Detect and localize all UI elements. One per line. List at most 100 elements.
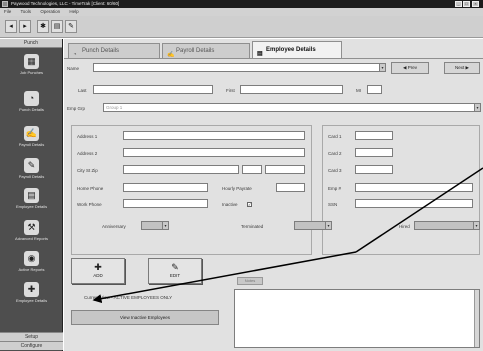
sidebar-item-advanced-reports[interactable]: ⚒ Advanced Reports: [0, 220, 63, 248]
badge-icon: ◉: [24, 251, 39, 266]
menu-file[interactable]: File: [4, 9, 11, 14]
anniversary-date[interactable]: ▾: [141, 221, 169, 230]
state-input[interactable]: [242, 165, 262, 174]
name-label: Name: [67, 66, 80, 71]
notes-scrollbar[interactable]: [474, 290, 479, 347]
notes-textarea[interactable]: [234, 289, 480, 348]
tab-employee-details[interactable]: ▤ Employee Details: [252, 41, 342, 59]
add-button-label: ADD: [93, 273, 103, 278]
toolbar-edit-button[interactable]: ✎: [65, 20, 77, 33]
toolbar-forward-button[interactable]: ▸: [19, 20, 31, 33]
card1-input[interactable]: [355, 131, 393, 140]
emp-num-input[interactable]: [355, 183, 473, 192]
work-phone-input[interactable]: [123, 199, 208, 208]
chevron-down-icon: ▾: [474, 104, 480, 111]
menu-bar: File Tools Operation Help: [0, 8, 483, 16]
signature-icon: ✍: [167, 52, 175, 58]
terminated-date[interactable]: ▾: [294, 221, 332, 230]
sidebar-header: Punch: [0, 39, 62, 48]
sidebar-item-payroll-details-2[interactable]: ✎ Payroll Details: [0, 158, 63, 186]
tab-label: Payroll Details: [176, 48, 215, 54]
sidebar: Punch ▦ Job Punches ◔ Punch Details ✍ Pa…: [0, 39, 63, 351]
inactive-label: Inactive: [222, 202, 238, 207]
name-select[interactable]: ▾: [93, 63, 386, 72]
prev-button[interactable]: ◀ Prev: [391, 62, 429, 74]
next-button[interactable]: Next ▶: [444, 62, 480, 74]
add-button[interactable]: ✚ ADD: [71, 258, 125, 284]
terminated-label: Terminated: [241, 224, 264, 229]
tab-label: Punch Details: [82, 48, 120, 54]
title-bar: Paywood Technologies, LLC - TimeTrak [Cl…: [0, 0, 483, 8]
job-punches-icon: ▦: [24, 54, 39, 69]
tab-punch-details[interactable]: ◔ Punch Details: [68, 43, 160, 58]
toolbar: ◂ ▸ ✱ ▤ ✎: [0, 16, 483, 38]
document-icon: ▤: [257, 51, 263, 57]
toolbar-tools-button[interactable]: ✱: [37, 20, 49, 33]
sidebar-item-label: Advanced Reports: [15, 236, 48, 241]
minimize-button[interactable]: _: [455, 1, 462, 7]
view-inactive-employees-button[interactable]: View Inactive Employees: [71, 310, 219, 325]
window-title: Paywood Technologies, LLC - TimeTrak [Cl…: [11, 1, 120, 6]
card3-label: Card 3: [328, 168, 342, 173]
chevron-down-icon: ▾: [473, 222, 479, 229]
menu-help[interactable]: Help: [69, 9, 78, 14]
sidebar-item-job-punches[interactable]: ▦ Job Punches: [0, 54, 63, 82]
main-panel: ◔ Punch Details ✍ Payroll Details ▤ Empl…: [64, 39, 483, 351]
address2-input[interactable]: [123, 148, 305, 157]
home-phone-label: Home Phone: [77, 186, 104, 191]
address2-label: Address 2: [77, 151, 98, 156]
close-button[interactable]: ×: [472, 1, 479, 7]
last-label: Last: [78, 88, 87, 93]
emp-grp-value: Group 1: [106, 105, 123, 110]
hired-label: Hired: [399, 224, 410, 229]
sidebar-item-label: Employee Details: [15, 204, 48, 209]
inactive-checkbox[interactable]: ✓: [247, 202, 252, 207]
toolbar-back-button[interactable]: ◂: [5, 20, 17, 33]
sidebar-item-active-reports[interactable]: ◉ Active Reports: [0, 251, 63, 279]
sidebar-item-employee-details[interactable]: ▤ Employee Details: [0, 188, 63, 216]
last-name-input[interactable]: [93, 85, 213, 94]
clock-icon: ◔: [73, 52, 77, 58]
sidebar-item-label: Punch Details: [19, 107, 44, 112]
middle-initial-input[interactable]: [367, 85, 382, 94]
zip-input[interactable]: [265, 165, 305, 174]
sidebar-item-label: Payroll Details: [18, 174, 45, 179]
maximize-button[interactable]: □: [463, 1, 470, 7]
address1-label: Address 1: [77, 134, 98, 139]
hired-date[interactable]: ▾: [414, 221, 480, 230]
chevron-down-icon: ▾: [379, 64, 385, 71]
clock-icon: ◔: [24, 91, 39, 106]
card2-input[interactable]: [355, 148, 393, 157]
sidebar-item-label: Job Punches: [19, 70, 44, 75]
first-name-input[interactable]: [240, 85, 343, 94]
ssn-label: SSN: [328, 202, 338, 207]
mi-label: MI: [356, 88, 361, 93]
menu-operation[interactable]: Operation: [40, 9, 60, 14]
sidebar-item-payroll-details[interactable]: ✍ Payroll Details: [0, 126, 63, 154]
card1-label: Card 1: [328, 134, 342, 139]
tools-icon: ⚒: [24, 220, 39, 235]
edit-button-label: EDIT: [169, 273, 181, 278]
ssn-input[interactable]: [355, 199, 473, 208]
emp-grp-select[interactable]: Group 1 ▾: [103, 103, 481, 112]
tab-payroll-details[interactable]: ✍ Payroll Details: [162, 43, 250, 58]
signature-icon: ✍: [24, 126, 39, 141]
notes-button[interactable]: Notes: [237, 277, 263, 285]
edit-button[interactable]: ✎ EDIT: [148, 258, 202, 284]
hourly-payrate-input[interactable]: [276, 183, 305, 192]
menu-tools[interactable]: Tools: [21, 9, 32, 14]
toolbar-list-button[interactable]: ▤: [51, 20, 63, 33]
sidebar-setup[interactable]: Setup: [0, 332, 63, 341]
home-phone-input[interactable]: [123, 183, 208, 192]
sidebar-item-employee-details-2[interactable]: ✚ Employee Details: [0, 282, 63, 310]
sidebar-item-punch-details[interactable]: ◔ Punch Details: [0, 91, 63, 119]
card3-input[interactable]: [355, 165, 393, 174]
current-view-status: Current View - ACTIVE EMPLOYEES ONLY: [84, 295, 173, 300]
work-phone-label: Work Phone: [77, 202, 102, 207]
tab-divider: [64, 58, 483, 59]
address1-input[interactable]: [123, 131, 305, 140]
city-input[interactable]: [123, 165, 239, 174]
sidebar-configure[interactable]: Configure: [0, 341, 63, 350]
hourly-payrate-label: Hourly Payrate: [222, 186, 252, 191]
card2-label: Card 2: [328, 151, 342, 156]
